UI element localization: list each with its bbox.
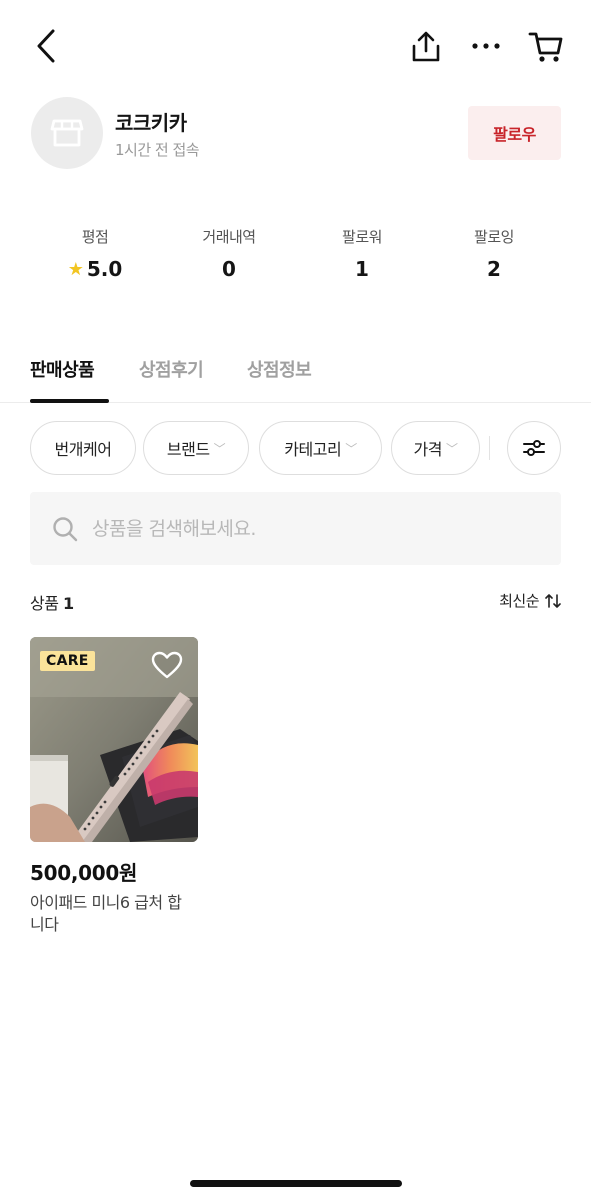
store-stats: 평점 ★ 5.0 거래내역 0 팔로워 1 팔로잉 2: [30, 226, 561, 286]
store-tabs: 판매상품 상점후기 상점정보: [0, 350, 591, 403]
count-label: 상품: [30, 594, 59, 613]
filter-chip-bungae-care[interactable]: 번개케어: [30, 421, 136, 475]
chip-label: 가격: [413, 440, 443, 459]
sort-label: 최신순: [499, 592, 539, 610]
filter-chip-brand[interactable]: 브랜드 ﹀: [143, 421, 249, 475]
store-icon: [50, 119, 84, 147]
product-search-bar[interactable]: [30, 492, 561, 565]
store-name: 코크키카: [115, 111, 187, 135]
stat-value: 2: [487, 257, 501, 281]
stat-label: 팔로워: [342, 228, 382, 246]
search-input[interactable]: [92, 517, 512, 540]
share-button[interactable]: [404, 24, 448, 68]
tab-store-info[interactable]: 상점정보: [247, 356, 312, 382]
share-icon: [412, 31, 440, 62]
home-indicator: [190, 1180, 402, 1187]
chip-label: 카테고리: [284, 440, 342, 459]
filter-chip-category[interactable]: 카테고리 ﹀: [259, 421, 382, 475]
stat-label: 거래내역: [202, 228, 256, 246]
stat-label: 팔로잉: [474, 228, 514, 246]
filter-chip-price[interactable]: 가격 ﹀: [391, 421, 480, 475]
stat-rating[interactable]: 평점 ★ 5.0: [30, 226, 160, 281]
chevron-down-icon: ﹀: [345, 441, 357, 456]
stat-label: 평점: [81, 228, 109, 246]
store-profile: 코크키카 1시간 전 접속 팔로우: [31, 96, 561, 172]
last-seen-text: 1시간 전 접속: [115, 141, 200, 159]
cart-button[interactable]: [524, 24, 568, 68]
product-price: 500,000원: [30, 861, 138, 885]
more-horizontal-icon: [472, 43, 500, 49]
product-title: 아이패드 미니6 급처 합니다: [30, 893, 182, 934]
more-button[interactable]: [464, 24, 508, 68]
sort-arrows-icon: [545, 593, 561, 608]
tab-products[interactable]: 판매상품: [30, 356, 95, 382]
avatar[interactable]: [31, 97, 103, 169]
chip-label: 브랜드: [166, 440, 210, 459]
chevron-down-icon: ﹀: [213, 441, 226, 456]
stat-value: 0: [222, 257, 236, 281]
wishlist-button[interactable]: [151, 651, 183, 683]
chevron-down-icon: ﹀: [445, 441, 458, 456]
search-icon: [53, 516, 78, 541]
product-image[interactable]: CARE: [30, 637, 198, 842]
back-button[interactable]: [26, 24, 66, 68]
stat-followers[interactable]: 팔로워 1: [297, 226, 427, 281]
top-bar: [0, 0, 591, 90]
product-card[interactable]: CARE 500,000원 아이패드 미니6 급처 합니다: [30, 637, 198, 936]
active-tab-indicator: [30, 399, 109, 403]
filter-bar: 번개케어 브랜드 ﹀ 카테고리 ﹀ 가격 ﹀: [30, 421, 561, 475]
stat-transactions[interactable]: 거래내역 0: [164, 226, 294, 281]
heart-outline-icon: [151, 651, 183, 679]
product-count: 상품 1: [30, 590, 74, 614]
chevron-left-icon: [37, 29, 55, 63]
star-icon: ★: [67, 258, 84, 280]
stat-value: 5.0: [86, 257, 123, 281]
filter-divider: [489, 436, 490, 460]
care-badge: CARE: [40, 651, 95, 671]
filter-sliders-icon: [523, 440, 545, 456]
count-value: 1: [63, 594, 74, 613]
sort-button[interactable]: 최신순: [499, 590, 561, 611]
product-count-row: 상품 1 최신순: [30, 590, 561, 614]
cart-icon: [528, 32, 563, 62]
filter-settings-button[interactable]: [507, 421, 561, 475]
tab-reviews[interactable]: 상점후기: [139, 356, 204, 382]
chip-label: 번개케어: [54, 440, 112, 459]
stat-following[interactable]: 팔로잉 2: [429, 226, 559, 281]
stat-value: 1: [355, 257, 369, 281]
follow-button[interactable]: 팔로우: [468, 106, 561, 160]
